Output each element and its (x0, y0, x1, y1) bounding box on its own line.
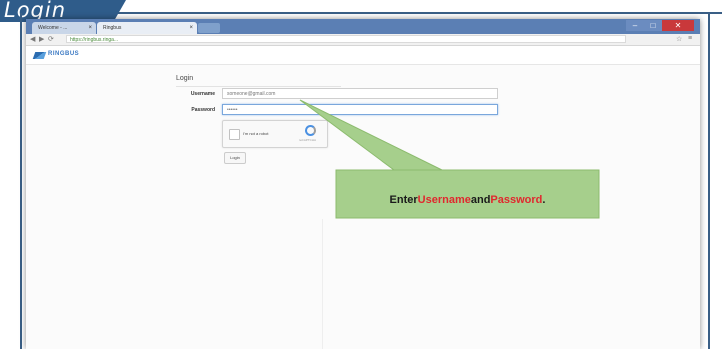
slide-top-rule (118, 12, 722, 14)
tab-1-label: Welcome - ... (38, 25, 68, 31)
browser-titlebar: Welcome - ... × Ringbus × – □ ✕ (26, 19, 700, 34)
browser-tab-2[interactable]: Ringbus × (97, 22, 197, 34)
username-field[interactable]: someone@gmail.com (222, 88, 498, 99)
callout-middle: and (470, 194, 491, 206)
callout-text: Enter Username and Password. (336, 182, 599, 218)
new-tab-button[interactable] (198, 23, 220, 33)
password-field[interactable]: •••••• (222, 104, 498, 115)
reload-icon[interactable]: ⟳ (48, 35, 54, 43)
recaptcha-label: I'm not a robot (243, 131, 269, 136)
site-logo-text[interactable]: RINGBUS (48, 51, 79, 57)
recaptcha-brand: reCAPTCHA (299, 138, 317, 142)
heading-divider (176, 86, 341, 87)
tab-2-label: Ringbus (103, 25, 122, 31)
forward-icon[interactable]: ▶ (39, 35, 44, 43)
back-icon[interactable]: ◀ (30, 35, 35, 43)
login-heading: Login (176, 75, 194, 82)
content-divider (322, 219, 323, 349)
logo-icon (32, 52, 47, 59)
tab-close-icon[interactable]: × (88, 22, 92, 34)
star-icon[interactable]: ☆ (676, 35, 682, 43)
callout-suffix: . (542, 194, 546, 206)
callout-prefix: Enter (389, 194, 418, 206)
maximize-button[interactable]: □ (644, 20, 662, 31)
url-input[interactable]: https://ringbus.ringa... (66, 35, 626, 43)
address-bar: ◀ ▶ ⟳ https://ringbus.ringa... ☆ ≡ (26, 34, 700, 46)
recaptcha-checkbox[interactable] (229, 129, 240, 140)
tab-close-icon[interactable]: × (189, 22, 193, 34)
menu-icon[interactable]: ≡ (688, 35, 692, 42)
callout-username-word: Username (417, 194, 471, 206)
browser-tab-1[interactable]: Welcome - ... × (32, 22, 96, 34)
password-label: Password (191, 107, 215, 113)
close-window-button[interactable]: ✕ (662, 20, 694, 31)
slide-right-border (708, 13, 710, 349)
callout-password-word: Password (490, 194, 543, 206)
login-button[interactable]: Login (224, 152, 246, 164)
username-label: Username (190, 91, 215, 97)
minimize-button[interactable]: – (626, 20, 644, 31)
slide-left-border (20, 13, 22, 349)
recaptcha-widget: I'm not a robot reCAPTCHA (222, 120, 328, 148)
site-header: RINGBUS (26, 46, 700, 65)
recaptcha-icon (305, 125, 316, 136)
